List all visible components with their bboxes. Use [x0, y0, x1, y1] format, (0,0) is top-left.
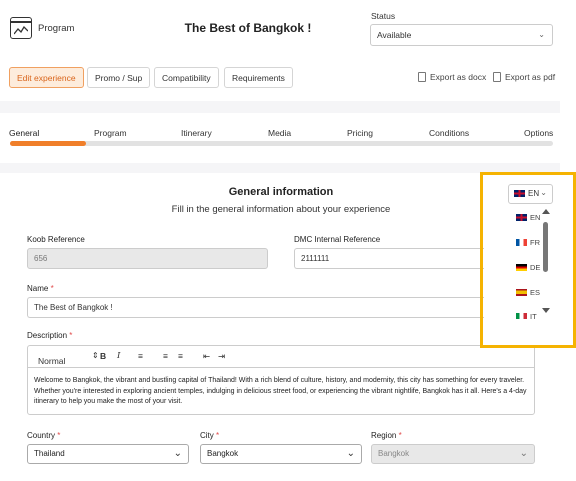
- export-pdf-label: Export as pdf: [505, 72, 556, 82]
- country-value: Thailand: [34, 449, 65, 458]
- export-pdf-button[interactable]: Export as pdf: [493, 72, 555, 82]
- description-label: Description *: [27, 331, 72, 340]
- chevron-down-icon: ⌄: [346, 448, 355, 459]
- tab-progress-fill: [10, 141, 87, 146]
- export-icon: [418, 72, 426, 82]
- region-value: Bangkok: [378, 449, 410, 458]
- koob-reference-input: 656: [27, 248, 268, 269]
- export-docx-label: Export as docx: [430, 72, 487, 82]
- name-input[interactable]: The Best of Bangkok !: [27, 297, 484, 318]
- bullet-list-icon[interactable]: ≡: [178, 351, 183, 361]
- region-label: Region *: [371, 431, 402, 440]
- dmc-reference-input[interactable]: 2111111: [294, 248, 484, 269]
- country-label: Country *: [27, 431, 60, 440]
- program-label: Program: [38, 23, 75, 34]
- required-mark: *: [57, 431, 61, 440]
- promo-sup-button[interactable]: Promo / Sup: [87, 67, 151, 88]
- format-select-value: Normal: [38, 356, 66, 366]
- section-subtitle: Fill in the general information about yo…: [171, 204, 391, 215]
- indent-icon[interactable]: ⇥: [218, 351, 225, 362]
- program-icon: [10, 17, 32, 39]
- tab-progress-bar: [10, 141, 553, 146]
- city-select[interactable]: Bangkok ⌄: [200, 444, 362, 464]
- requirements-button[interactable]: Requirements: [224, 67, 293, 88]
- required-mark: *: [216, 431, 220, 440]
- compatibility-button[interactable]: Compatibility: [154, 67, 219, 88]
- tab-general[interactable]: General: [9, 128, 39, 138]
- highlight-box: [480, 172, 576, 348]
- tab-pricing[interactable]: Pricing: [347, 128, 373, 138]
- format-select-arrows-icon: ⇕: [92, 351, 99, 360]
- status-value: Available: [377, 30, 412, 40]
- separator-band: [0, 101, 560, 113]
- city-label-text: City: [200, 431, 214, 440]
- name-label: Name *: [27, 284, 54, 293]
- region-select: Bangkok ⌄: [371, 444, 535, 464]
- align-icon[interactable]: ≡: [138, 351, 143, 361]
- editor-toolbar: Normal ⇕ B I ≡ ≡ ≡ ⇤ ⇥: [28, 346, 534, 368]
- description-label-text: Description: [27, 331, 68, 340]
- outdent-icon[interactable]: ⇤: [203, 351, 210, 362]
- required-mark: *: [69, 331, 73, 340]
- ordered-list-icon[interactable]: ≡: [163, 351, 168, 361]
- export-icon: [493, 72, 501, 82]
- koob-label: Koob Reference: [27, 235, 85, 244]
- description-editor[interactable]: Normal ⇕ B I ≡ ≡ ≡ ⇤ ⇥ Welcome to Bangko…: [27, 345, 535, 415]
- chevron-down-icon: ⌄: [519, 448, 528, 459]
- tabs-bar: [0, 113, 560, 163]
- edit-experience-button[interactable]: Edit experience: [9, 67, 84, 88]
- chevron-down-icon: ⌄: [173, 448, 182, 459]
- city-value: Bangkok: [207, 449, 239, 458]
- tab-itinerary[interactable]: Itinerary: [181, 128, 212, 138]
- region-label-text: Region: [371, 431, 397, 440]
- status-label: Status: [371, 11, 396, 21]
- export-docx-button[interactable]: Export as docx: [418, 72, 486, 82]
- chevron-down-icon: ⌄: [538, 30, 545, 39]
- italic-icon[interactable]: I: [117, 351, 120, 361]
- separator-band: [0, 163, 560, 173]
- section-title: General information: [228, 186, 334, 198]
- dmc-label: DMC Internal Reference: [294, 235, 381, 244]
- country-label-text: Country: [27, 431, 56, 440]
- city-label: City *: [200, 431, 219, 440]
- required-mark: *: [398, 431, 402, 440]
- description-text: Welcome to Bangkok, the vibrant and bust…: [34, 377, 527, 405]
- country-select[interactable]: Thailand ⌄: [27, 444, 189, 464]
- name-label-text: Name: [27, 284, 49, 293]
- required-mark: *: [50, 284, 54, 293]
- tab-options[interactable]: Options: [524, 128, 553, 138]
- status-select[interactable]: Available ⌄: [370, 24, 553, 46]
- page-title: The Best of Bangkok !: [184, 21, 312, 35]
- bold-icon[interactable]: B: [100, 351, 106, 361]
- tab-conditions[interactable]: Conditions: [429, 128, 469, 138]
- tab-media[interactable]: Media: [268, 128, 291, 138]
- tab-program[interactable]: Program: [94, 128, 127, 138]
